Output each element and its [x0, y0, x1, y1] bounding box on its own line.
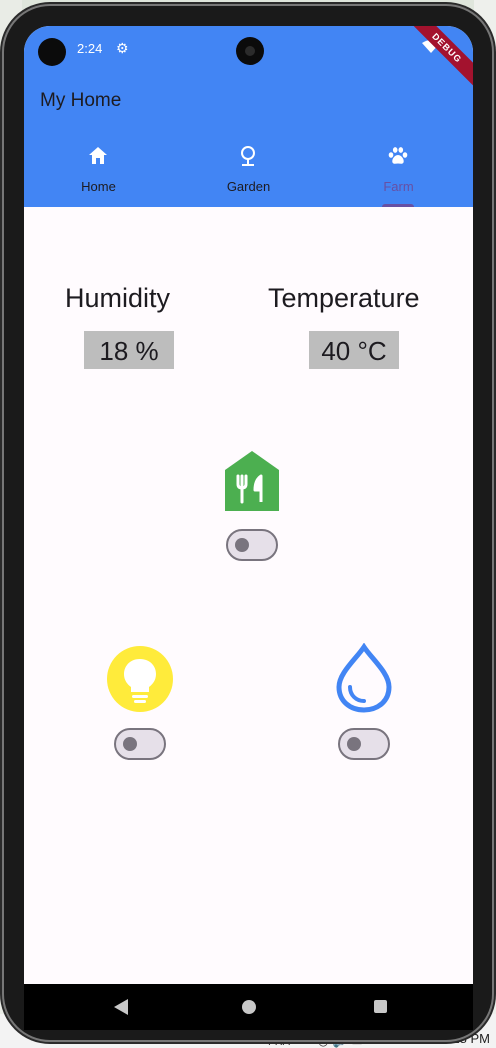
- camera-cutout: [38, 38, 66, 66]
- home-icon: [89, 147, 107, 164]
- debug-banner: DEBUG: [398, 26, 473, 97]
- home-circle-icon[interactable]: [242, 1000, 256, 1014]
- toggle-thumb: [235, 538, 249, 552]
- tab-farm[interactable]: Farm: [324, 136, 473, 207]
- tab-label: Home: [81, 179, 116, 194]
- humidity-value: 18 %: [84, 331, 174, 369]
- camera-lens: [236, 37, 264, 65]
- light-toggle[interactable]: [114, 728, 166, 760]
- toggle-thumb: [347, 737, 361, 751]
- temperature-label: Temperature: [268, 283, 420, 313]
- paw-icon: [388, 147, 408, 164]
- feeder-toggle[interactable]: [226, 529, 278, 561]
- gear-icon: ⚙: [116, 40, 129, 56]
- water-drop-icon[interactable]: [334, 643, 394, 713]
- tab-garden[interactable]: Garden: [174, 136, 323, 207]
- tab-bar: Home Garden Farm: [24, 136, 473, 207]
- recents-icon[interactable]: [374, 1000, 387, 1013]
- app-title: My Home: [40, 90, 122, 111]
- humidity-label: Humidity: [65, 283, 171, 313]
- system-nav-bar: [24, 984, 473, 1030]
- status-time: 2:24: [77, 41, 103, 56]
- tab-label: Farm: [383, 179, 414, 194]
- phone-frame: 2:24 ⚙ DEBUG My Home Home Garden Farm Hu…: [4, 6, 492, 1040]
- back-icon[interactable]: [114, 999, 128, 1015]
- lightbulb-icon[interactable]: [106, 645, 174, 713]
- tab-indicator: [382, 204, 414, 207]
- tab-label: Garden: [226, 179, 271, 194]
- temperature-value: 40 °C: [309, 331, 399, 369]
- toggle-thumb: [123, 737, 137, 751]
- water-toggle[interactable]: [338, 728, 390, 760]
- app-screen: 2:24 ⚙ DEBUG My Home Home Garden Farm Hu…: [24, 26, 473, 984]
- feeder-house-icon[interactable]: [224, 450, 280, 512]
- app-bar: 2:24 ⚙ DEBUG My Home Home Garden Farm: [24, 26, 473, 207]
- tab-home[interactable]: Home: [24, 136, 173, 207]
- garden-icon: [241, 146, 255, 166]
